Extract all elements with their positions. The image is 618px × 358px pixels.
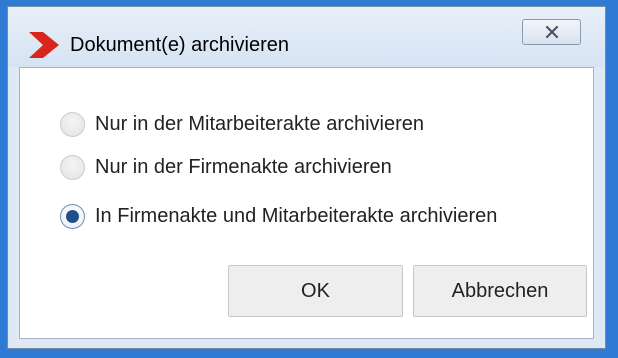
radio-option-firmenakte[interactable]: Nur in der Firmenakte archivieren xyxy=(60,155,392,180)
dialog-title: Dokument(e) archivieren xyxy=(70,34,289,56)
close-icon xyxy=(545,25,558,39)
radio-button[interactable] xyxy=(60,155,85,180)
radio-label: In Firmenakte und Mitarbeiterakte archiv… xyxy=(95,205,498,227)
window-frame: Dokument(e) archivieren Nur in der Mitar… xyxy=(0,0,618,358)
ok-button[interactable]: OK xyxy=(228,265,403,317)
dialog-window: Dokument(e) archivieren Nur in der Mitar… xyxy=(7,6,606,349)
radio-option-both[interactable]: In Firmenakte und Mitarbeiterakte archiv… xyxy=(60,204,497,229)
radio-label: Nur in der Mitarbeiterakte archivieren xyxy=(95,113,425,135)
radio-option-mitarbeiterakte[interactable]: Nur in der Mitarbeiterakte archivieren xyxy=(60,112,424,137)
radio-button[interactable] xyxy=(60,204,85,229)
cancel-button[interactable]: Abbrechen xyxy=(413,265,587,317)
close-button[interactable] xyxy=(522,19,581,45)
dialog-content: Nur in der Mitarbeiterakte archivieren N… xyxy=(19,67,594,339)
radio-button[interactable] xyxy=(60,112,85,137)
title-bar[interactable]: Dokument(e) archivieren xyxy=(8,7,605,67)
radio-label: Nur in der Firmenakte archivieren xyxy=(95,156,392,178)
app-logo-icon xyxy=(29,32,59,58)
